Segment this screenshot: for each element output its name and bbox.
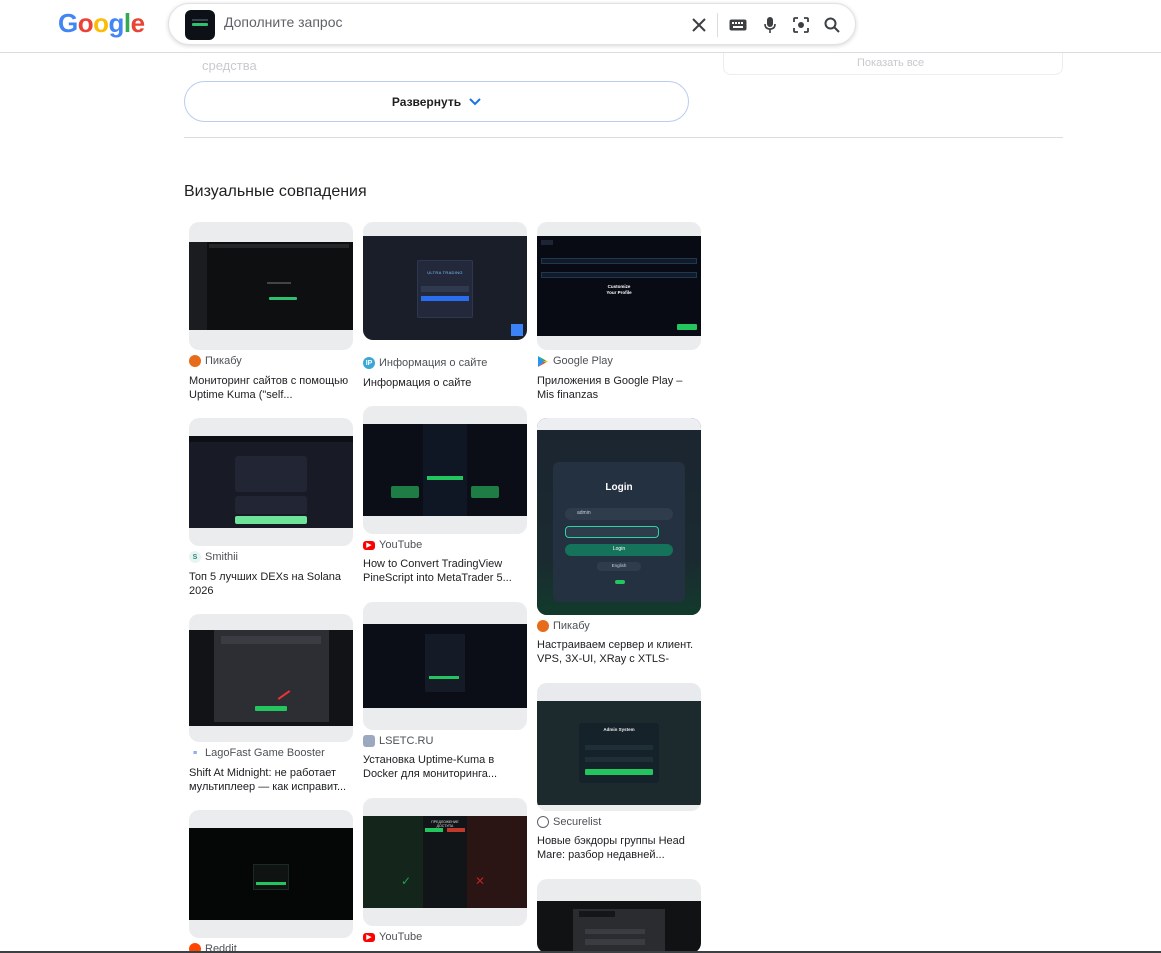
result-source[interactable]: LSETC.RU xyxy=(363,735,433,747)
section-title: Визуальные совпадения xyxy=(184,183,367,200)
result-source[interactable]: ≡ LagoFast Game Booster xyxy=(189,747,325,759)
pikabu-icon xyxy=(189,355,201,367)
result-title[interactable]: Shift At Midnight: не работает мультипле… xyxy=(189,766,353,794)
smithii-icon: S xyxy=(189,551,201,563)
result-source[interactable]: Google Play xyxy=(537,355,613,367)
source-label: Информация о сайте xyxy=(379,357,488,369)
result-thumbnail[interactable] xyxy=(189,222,353,350)
result-thumbnail[interactable]: ПРЕДЛОЖЕНИЕ ДОСТУПА ✓ ✕ xyxy=(363,798,527,926)
youtube-icon: ▶ xyxy=(363,932,375,942)
expand-button-label: Развернуть xyxy=(391,94,462,109)
result-source[interactable]: Пикабу xyxy=(189,355,242,367)
result-thumbnail[interactable] xyxy=(189,810,353,938)
result-thumbnail[interactable] xyxy=(363,602,527,730)
result-title[interactable]: How to Convert TradingView PineScript in… xyxy=(363,557,527,585)
result-thumbnail[interactable] xyxy=(363,406,527,534)
search-image-chip[interactable] xyxy=(185,10,215,40)
result-thumbnail[interactable]: ULTRA TRADING xyxy=(363,222,527,340)
section-divider xyxy=(184,137,1063,138)
source-label: YouTube xyxy=(379,539,423,551)
result-thumbnail[interactable] xyxy=(189,418,353,546)
result-source[interactable]: Securelist xyxy=(537,816,601,828)
cross-icon: ✕ xyxy=(475,874,486,888)
result-source[interactable]: S Smithii xyxy=(189,551,238,563)
thumb-customize: Customize xyxy=(607,284,631,289)
result-title[interactable]: Настраиваем сервер и клиент. VPS, 3X-UI,… xyxy=(537,638,701,666)
search-divider xyxy=(717,13,718,37)
search-input[interactable] xyxy=(224,14,644,30)
youtube-icon: ▶ xyxy=(363,540,375,550)
keyboard-icon[interactable] xyxy=(727,14,749,36)
search-box xyxy=(168,3,856,45)
google-logo[interactable]: Google xyxy=(58,8,145,39)
ip-info-icon: IP xyxy=(363,357,375,369)
source-label: Securelist xyxy=(553,816,602,828)
lsetc-icon xyxy=(363,735,375,747)
clear-icon[interactable] xyxy=(688,14,710,36)
result-title[interactable]: Установка Uptime-Kuma в Docker для монит… xyxy=(363,753,527,781)
result-title[interactable]: Новые бэкдоры группы Head Mare: разбор н… xyxy=(537,834,701,862)
source-label: Smithii xyxy=(205,551,239,563)
thumb-admin-system: Admin System xyxy=(603,727,635,732)
result-title[interactable]: Мониторинг сайтов с помощью Uptime Kuma … xyxy=(189,374,353,402)
microphone-icon[interactable] xyxy=(759,14,781,36)
google-play-icon xyxy=(537,355,549,367)
chevron-down-icon xyxy=(469,97,481,105)
expand-button[interactable]: Развернуть xyxy=(184,81,689,122)
source-label: YouTube xyxy=(379,931,423,943)
thumb-admin-field: admin xyxy=(577,510,591,516)
result-thumbnail[interactable]: Customize Your Profile xyxy=(537,222,701,350)
thumb-ultra-trading: ULTRA TRADING xyxy=(427,270,463,275)
result-source[interactable]: ▶ YouTube xyxy=(363,931,422,943)
result-title[interactable]: Информация о сайте xyxy=(363,376,527,390)
thumb-login-button: Login xyxy=(612,546,626,552)
lagofast-icon: ≡ xyxy=(189,747,201,759)
show-all-link[interactable]: Показать все xyxy=(857,57,924,69)
result-thumbnail[interactable] xyxy=(189,614,353,742)
source-label: Пикабу xyxy=(553,620,590,632)
checkmark-icon: ✓ xyxy=(401,874,412,888)
source-label: LSETC.RU xyxy=(379,735,434,747)
thumb-your-profile: Your Profile xyxy=(606,290,632,295)
result-source[interactable]: IP Информация о сайте xyxy=(363,357,487,369)
source-label: Пикабу xyxy=(205,355,242,367)
thumb-offer-text: ПРЕДЛОЖЕНИЕ ДОСТУПА xyxy=(431,820,459,828)
lens-icon[interactable] xyxy=(790,14,812,36)
pikabu-icon xyxy=(537,620,549,632)
result-thumbnail[interactable] xyxy=(537,879,701,953)
header: Google xyxy=(0,0,1161,53)
source-label: Google Play xyxy=(553,355,613,367)
result-title[interactable]: Приложения в Google Play – Mis finanzas xyxy=(537,374,701,402)
result-source[interactable]: ▶ YouTube xyxy=(363,539,422,551)
result-title[interactable]: Топ 5 лучших DEXs на Solana 2026 xyxy=(189,570,353,598)
clipped-text: средства xyxy=(202,58,257,73)
result-thumbnail[interactable]: Login admin Login English xyxy=(537,418,701,615)
result-thumbnail[interactable]: Admin System xyxy=(537,683,701,811)
search-icon[interactable] xyxy=(821,14,843,36)
source-label: LagoFast Game Booster xyxy=(205,747,325,759)
thumb-login-title: Login xyxy=(605,482,633,493)
thumb-english-select: English xyxy=(611,563,627,568)
result-source[interactable]: Пикабу xyxy=(537,620,590,632)
globe-icon xyxy=(537,816,549,828)
